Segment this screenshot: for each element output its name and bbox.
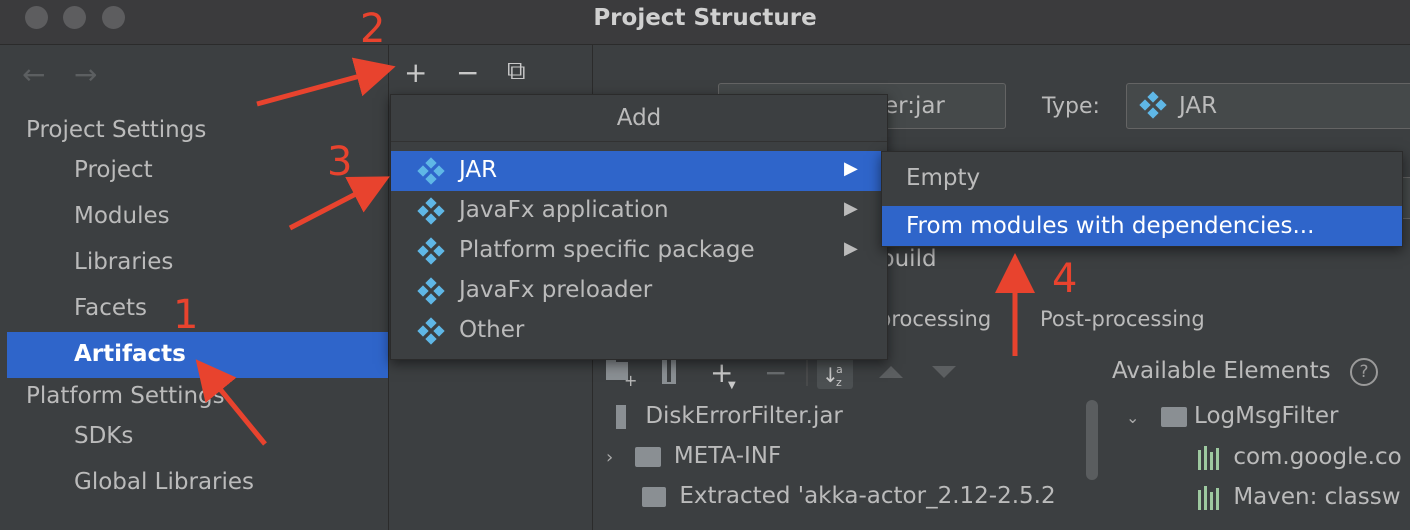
- annotation-arrow-2: [256, 57, 396, 107]
- annotation-number-2: 2: [360, 6, 386, 52]
- annotation-arrow-3: [288, 176, 390, 231]
- annotation-number-1: 1: [173, 292, 199, 338]
- annotation-arrow-1: [195, 359, 267, 446]
- annotation-number-3: 3: [327, 139, 353, 185]
- annotation-layer: [195, 57, 1035, 446]
- annotation-number-4: 4: [1052, 256, 1078, 302]
